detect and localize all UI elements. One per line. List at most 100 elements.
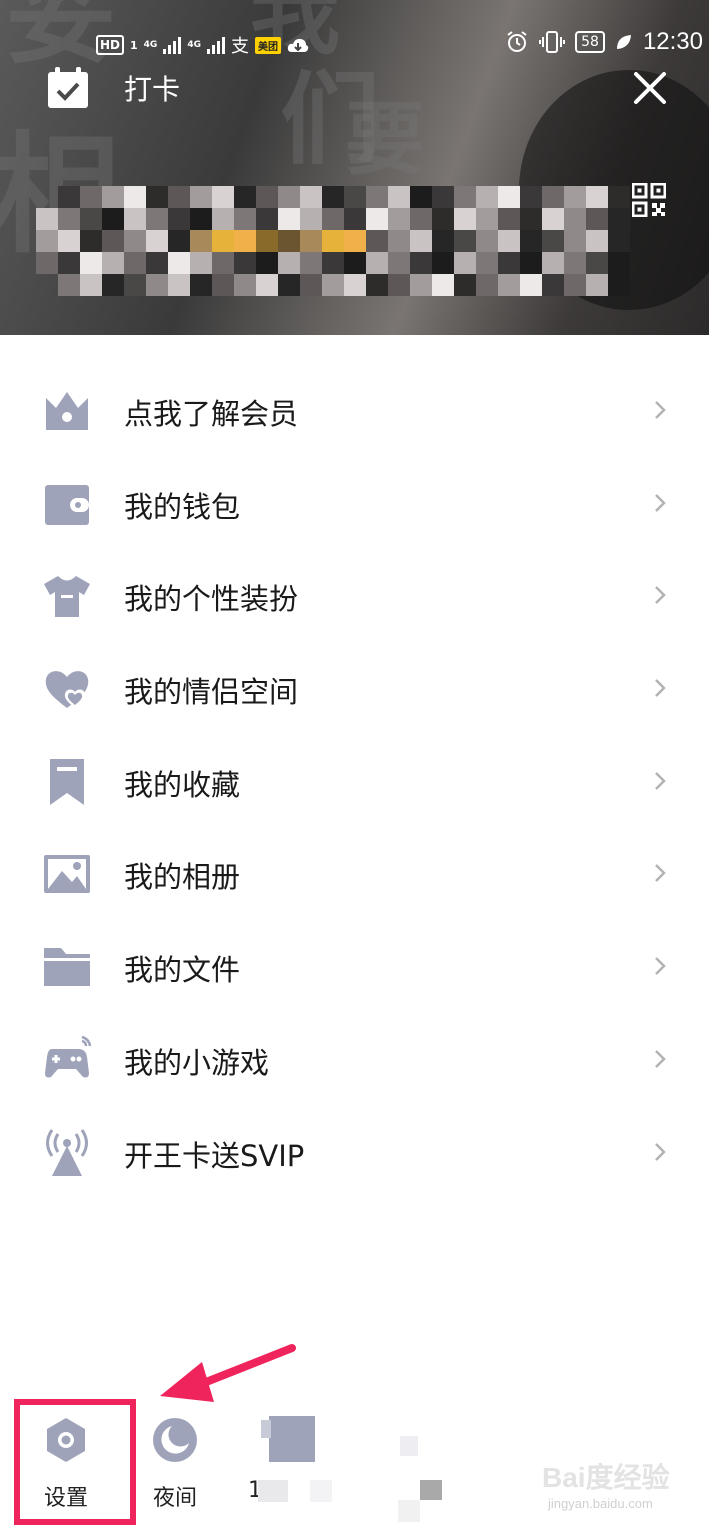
mosaic-cell — [58, 186, 80, 208]
mosaic-cell — [102, 274, 124, 296]
mosaic-cell — [234, 274, 256, 296]
mosaic-cell — [432, 274, 454, 296]
battery-indicator: 58 — [575, 31, 605, 53]
mosaic-cell — [520, 186, 542, 208]
mosaic-cell — [432, 186, 454, 208]
mosaic-cell — [234, 208, 256, 230]
broadcast-tower-icon — [46, 1128, 88, 1176]
mosaic-cell — [36, 230, 58, 252]
mosaic-cell — [278, 186, 300, 208]
hearts-icon — [45, 671, 89, 709]
hd-badge: HD — [96, 35, 125, 55]
mosaic-cell — [36, 208, 58, 230]
mosaic-cell — [476, 252, 498, 274]
checkin-label: 打卡 — [124, 73, 181, 106]
profile-header: 妥 相 我 们 要 HD 1 4G 4G 支 美团 — [0, 0, 709, 335]
mosaic-cell — [542, 186, 564, 208]
drawer-menu: 点我了解会员 我的钱包 我的个性装扮 我的情侣空间 我的收藏 我的相册 我的文件… — [0, 364, 709, 1198]
mosaic-cell — [344, 208, 366, 230]
mosaic-cell — [454, 274, 476, 296]
checkin-button[interactable]: 打卡 — [46, 66, 180, 110]
mosaic-cell — [608, 252, 630, 274]
mosaic-cell — [190, 274, 212, 296]
alarm-icon — [507, 31, 527, 52]
menu-item-wallet[interactable]: 我的钱包 — [0, 457, 709, 550]
leaf-icon — [616, 35, 631, 49]
menu-label-kingcard: 开王卡送SVIP — [124, 1138, 305, 1173]
mosaic-cell — [168, 252, 190, 274]
mosaic-cell — [410, 274, 432, 296]
wallet-icon — [45, 484, 89, 525]
mosaic-cell — [564, 186, 586, 208]
pixelated-profile-info[interactable] — [36, 186, 630, 296]
mosaic-cell — [300, 186, 322, 208]
mosaic-cell — [58, 252, 80, 274]
chevron-right-icon — [655, 771, 666, 790]
mosaic-cell — [366, 208, 388, 230]
mosaic-cell — [256, 252, 278, 274]
mosaic-cell — [388, 230, 410, 252]
mosaic-cell — [168, 230, 190, 252]
mosaic-cell — [322, 274, 344, 296]
mosaic-cell — [608, 274, 630, 296]
mosaic-cell — [256, 208, 278, 230]
alipay-icon: 支 — [230, 36, 249, 57]
menu-item-favorites[interactable]: 我的收藏 — [0, 735, 709, 828]
close-icon[interactable] — [630, 68, 670, 108]
mosaic-cell — [102, 186, 124, 208]
mosaic-cell — [212, 274, 234, 296]
menu-label-dressup: 我的个性装扮 — [124, 582, 299, 617]
mosaic-cell — [388, 208, 410, 230]
mosaic-cell — [124, 208, 146, 230]
mosaic-cell — [146, 208, 168, 230]
mosaic-cell — [146, 252, 168, 274]
blur-block — [420, 1480, 442, 1500]
mosaic-cell — [498, 186, 520, 208]
mosaic-cell — [278, 208, 300, 230]
mosaic-cell — [454, 230, 476, 252]
menu-item-vip[interactable]: 点我了解会员 — [0, 364, 709, 457]
mosaic-cell — [322, 230, 344, 252]
chevron-right-icon — [655, 401, 666, 419]
mosaic-cell — [234, 252, 256, 274]
menu-label-vip: 点我了解会员 — [124, 397, 299, 431]
mosaic-cell — [542, 230, 564, 252]
mosaic-cell — [344, 186, 366, 208]
mosaic-cell — [520, 230, 542, 252]
mosaic-cell — [344, 252, 366, 274]
gamepad-icon — [45, 1035, 92, 1078]
mosaic-cell — [124, 186, 146, 208]
mosaic-cell — [454, 252, 476, 274]
status-time: 12:30 — [642, 28, 703, 55]
menu-item-kingcard[interactable]: 开王卡送SVIP — [0, 1106, 709, 1199]
qr-code-icon[interactable] — [632, 183, 666, 217]
mosaic-cell — [234, 230, 256, 252]
mosaic-cell — [388, 252, 410, 274]
mosaic-cell — [102, 252, 124, 274]
mosaic-cell — [476, 274, 498, 296]
menu-label-album: 我的相册 — [124, 860, 241, 895]
menu-item-couple-space[interactable]: 我的情侣空间 — [0, 642, 709, 735]
chevron-right-icon — [655, 957, 666, 976]
menu-label-wallet: 我的钱包 — [124, 489, 241, 524]
mosaic-cell — [366, 230, 388, 252]
mosaic-cell — [168, 186, 190, 208]
night-mode-button[interactable]: 夜间 — [135, 1416, 215, 1512]
mosaic-cell — [586, 208, 608, 230]
mosaic-cell — [498, 252, 520, 274]
mosaic-cell — [366, 186, 388, 208]
mosaic-cell — [58, 230, 80, 252]
folder-icon — [44, 948, 90, 987]
menu-item-files[interactable]: 我的文件 — [0, 920, 709, 1013]
menu-item-album[interactable]: 我的相册 — [0, 827, 709, 920]
signal-icon — [163, 36, 182, 54]
mosaic-cell — [542, 252, 564, 274]
blur-block — [398, 1500, 420, 1522]
menu-item-dressup[interactable]: 我的个性装扮 — [0, 549, 709, 642]
mosaic-cell — [608, 208, 630, 230]
mosaic-cell — [520, 274, 542, 296]
mosaic-cell — [234, 186, 256, 208]
watermark-sub: jingyan.baidu.com — [548, 1496, 653, 1511]
mosaic-cell — [432, 208, 454, 230]
menu-item-minigames[interactable]: 我的小游戏 — [0, 1013, 709, 1106]
